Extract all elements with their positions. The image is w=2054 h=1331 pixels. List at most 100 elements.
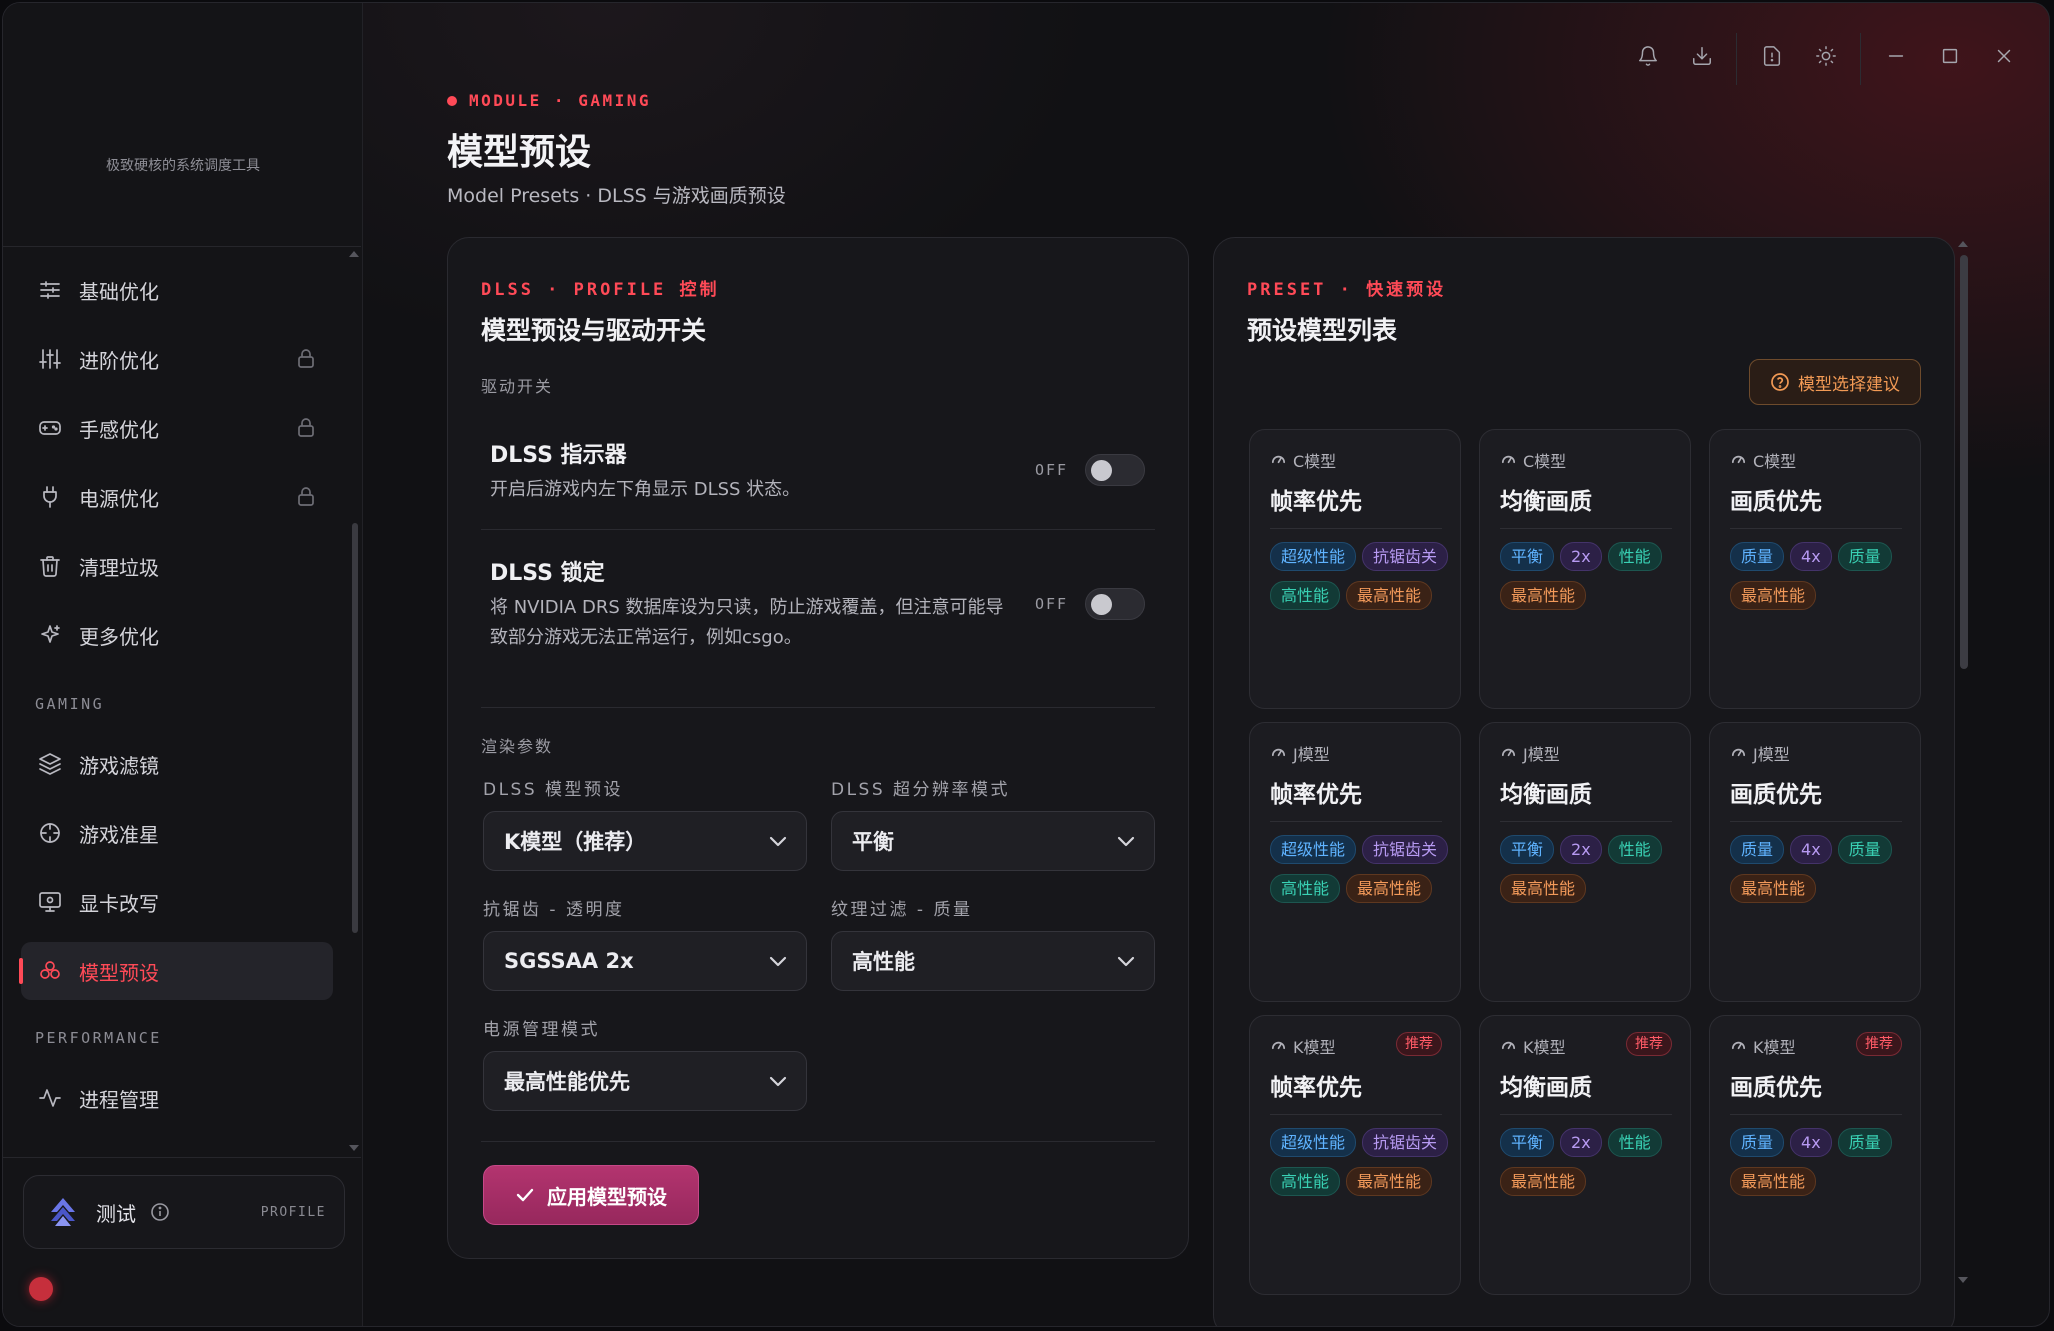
sidebar-item-crosshair[interactable]: 游戏准星 — [21, 804, 333, 862]
sidebar: 极致硬核的系统调度工具 基础优化 进阶优化 手感优化 电源优化 清理垃圾 更多优… — [3, 3, 363, 1326]
brand-tagline: 极致硬核的系统调度工具 — [106, 158, 260, 174]
model-preset-select[interactable]: K模型（推荐） — [483, 811, 807, 871]
divider — [481, 1141, 1155, 1142]
sidebar-scroll-down-icon[interactable] — [349, 1145, 359, 1151]
preset-card-title: 均衡画质 — [1500, 1075, 1592, 1101]
preset-card-model: J模型 — [1730, 741, 1790, 765]
preset-tag: 4x — [1790, 835, 1832, 864]
preset-card-model: C模型 — [1730, 448, 1796, 472]
texture-filter-select[interactable]: 高性能 — [831, 931, 1155, 991]
profile-card[interactable]: 测试 PROFILE — [23, 1175, 345, 1249]
preset-card[interactable]: J模型 画质优先 质量 4x 质量 最高性能 — [1709, 722, 1921, 1002]
preset-card[interactable]: C模型 帧率优先 超级性能 抗锯齿关 高性能 最高性能 — [1249, 429, 1461, 709]
divider — [481, 707, 1155, 708]
sidebar-item-label: 模型预设 — [79, 960, 159, 985]
preset-tag: 最高性能 — [1346, 1167, 1433, 1196]
download-icon[interactable] — [1687, 41, 1717, 71]
preset-tag: 高性能 — [1270, 874, 1341, 903]
lock-icon — [297, 348, 317, 370]
sidebar-item-advanced[interactable]: 进阶优化 — [21, 330, 333, 388]
divider — [1500, 821, 1672, 822]
sidebar-item-label: 基础优化 — [79, 279, 159, 304]
preset-tags: 超级性能 抗锯齿关 高性能 最高性能 — [1270, 542, 1450, 610]
maximize-icon[interactable] — [1935, 41, 1965, 71]
preset-tag: 4x — [1790, 542, 1832, 571]
preset-tag: 质量 — [1837, 542, 1892, 571]
panel-scroll-down-icon[interactable] — [1958, 1277, 1968, 1283]
apply-preset-button[interactable]: 应用模型预设 — [483, 1165, 699, 1225]
preset-card[interactable]: K模型 推荐 帧率优先 超级性能 抗锯齿关 高性能 最高性能 — [1249, 1015, 1461, 1295]
dlss-indicator-desc: 开启后游戏内左下角显示 DLSS 状态。 — [490, 479, 801, 500]
dlss-lock-toggle[interactable] — [1085, 588, 1145, 620]
gauge-icon — [1500, 743, 1523, 764]
sidebar-scrollbar[interactable] — [352, 523, 358, 933]
preset-tag: 最高性能 — [1500, 581, 1587, 610]
preset-tag: 质量 — [1837, 1128, 1892, 1157]
preset-tag: 最高性能 — [1730, 874, 1817, 903]
page-title: 模型预设 — [447, 132, 592, 173]
minimize-icon[interactable] — [1881, 41, 1911, 71]
monitor-icon — [37, 889, 63, 915]
field-label-sr-mode: DLSS 超分辨率模式 — [831, 780, 1011, 800]
gauge-icon — [1730, 450, 1753, 471]
sidebar-item-label: 游戏准星 — [79, 822, 159, 847]
preset-tag: 抗锯齿关 — [1362, 542, 1449, 571]
select-value: 平衡 — [852, 830, 894, 854]
preset-card[interactable]: K模型 推荐 均衡画质 平衡 2x 性能 最高性能 — [1479, 1015, 1691, 1295]
preset-tag: 性能 — [1607, 542, 1662, 571]
panel-scrollbar[interactable] — [1960, 255, 1968, 669]
chevron-down-icon — [1110, 825, 1142, 857]
select-value: K模型（推荐） — [504, 830, 647, 854]
model-advice-button[interactable]: 模型选择建议 — [1749, 359, 1921, 405]
dlss-lock-title: DLSS 锁定 — [490, 561, 605, 586]
preset-card[interactable]: C模型 画质优先 质量 4x 质量 最高性能 — [1709, 429, 1921, 709]
preset-card[interactable]: K模型 推荐 画质优先 质量 4x 质量 最高性能 — [1709, 1015, 1921, 1295]
sidebar-item-feel[interactable]: 手感优化 — [21, 399, 333, 457]
sidebar-item-model-preset[interactable]: 模型预设 — [19, 942, 333, 1000]
close-icon[interactable] — [1989, 41, 2019, 71]
preset-card-model: J模型 — [1270, 741, 1330, 765]
titlebar-separator — [1860, 33, 1861, 85]
preset-tag: 最高性能 — [1500, 1167, 1587, 1196]
aa-select[interactable]: SGSSAA 2x — [483, 931, 807, 991]
theme-sun-icon[interactable] — [1811, 41, 1841, 71]
panel-scroll-up-icon[interactable] — [1958, 241, 1968, 247]
sidebar-item-power[interactable]: 电源优化 — [21, 468, 333, 526]
power-mode-select[interactable]: 最高性能优先 — [483, 1051, 807, 1111]
sidebar-item-label: 更多优化 — [79, 624, 159, 649]
sidebar-item-clean[interactable]: 清理垃圾 — [21, 537, 333, 595]
group-label-render: 渲染参数 — [481, 737, 554, 756]
preset-card[interactable]: J模型 均衡画质 平衡 2x 性能 最高性能 — [1479, 722, 1691, 1002]
crosshair-icon — [37, 820, 63, 846]
sidebar-scroll-up-icon[interactable] — [349, 251, 359, 257]
divider — [1500, 528, 1672, 529]
gauge-icon — [1270, 743, 1293, 764]
dlss-indicator-toggle[interactable] — [1085, 454, 1145, 486]
preset-card[interactable]: J模型 帧率优先 超级性能 抗锯齿关 高性能 最高性能 — [1249, 722, 1461, 1002]
activity-icon — [37, 1085, 63, 1111]
preset-tag: 4x — [1790, 1128, 1832, 1157]
chevron-down-icon — [1110, 945, 1142, 977]
dlss-indicator-title: DLSS 指示器 — [490, 443, 627, 468]
bell-icon[interactable] — [1633, 41, 1663, 71]
gauge-icon — [1270, 1036, 1293, 1057]
document-alert-icon[interactable] — [1757, 41, 1787, 71]
sr-mode-select[interactable]: 平衡 — [831, 811, 1155, 871]
sidebar-item-basic[interactable]: 基础优化 — [21, 261, 333, 319]
sidebar-item-process[interactable]: 进程管理 — [21, 1069, 333, 1127]
sidebar-item-filter[interactable]: 游戏滤镜 — [21, 735, 333, 793]
sidebar-item-gpu[interactable]: 显卡改写 — [21, 873, 333, 931]
toggle-knob — [1091, 594, 1112, 615]
preset-tag: 2x — [1560, 1128, 1602, 1157]
chevron-down-icon — [762, 825, 794, 857]
gamepad-icon — [37, 415, 63, 441]
select-value: 最高性能优先 — [504, 1070, 630, 1094]
select-value: SGSSAA 2x — [504, 949, 634, 973]
preset-card-model: C模型 — [1270, 448, 1336, 472]
preset-tag: 性能 — [1607, 1128, 1662, 1157]
sidebar-item-label: 进阶优化 — [79, 348, 159, 373]
preset-card[interactable]: C模型 均衡画质 平衡 2x 性能 最高性能 — [1479, 429, 1691, 709]
info-icon[interactable] — [150, 1202, 170, 1222]
sidebar-item-more[interactable]: 更多优化 — [21, 606, 333, 664]
app-window: 极致硬核的系统调度工具 基础优化 进阶优化 手感优化 电源优化 清理垃圾 更多优… — [2, 2, 2050, 1327]
